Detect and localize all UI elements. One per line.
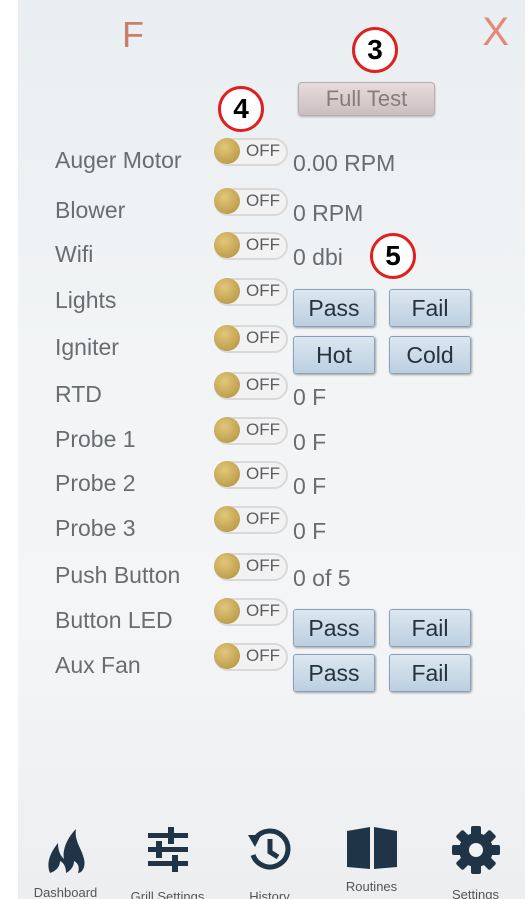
pass-button[interactable]: Pass — [293, 654, 375, 692]
test-row-button-led: Button LED OFF Pass Fail — [18, 597, 525, 647]
toggle-switch[interactable]: OFF — [214, 643, 288, 671]
toggle-state: OFF — [246, 509, 280, 528]
history-icon — [247, 828, 290, 870]
test-row-lights: Lights OFF Pass Fail — [18, 277, 525, 327]
toggle-knob — [214, 232, 240, 258]
test-row-igniter: Igniter OFF Hot Cold — [18, 324, 525, 374]
toggle-state: OFF — [246, 141, 280, 160]
nav-label: Routines — [345, 879, 398, 894]
test-reading: 0 dbi — [293, 244, 343, 270]
toggle-state: OFF — [246, 328, 280, 347]
toggle-switch[interactable]: OFF — [214, 232, 288, 260]
test-row-blower: Blower OFF 0 RPM — [18, 187, 525, 233]
test-row-probe-3: Probe 3 OFF 0 F — [18, 505, 525, 551]
diagnostics-screen: F X 3 Full Test 4 Auger Motor OFF 0.00 R… — [18, 0, 525, 899]
test-reading: 0 F — [293, 473, 327, 499]
close-button[interactable]: X — [482, 10, 509, 55]
full-test-button[interactable]: Full Test — [298, 82, 435, 116]
toggle-knob — [214, 461, 240, 487]
book-icon — [346, 827, 397, 869]
callout-marker: 3 — [352, 27, 398, 73]
pass-button[interactable]: Pass — [293, 289, 375, 327]
toggle-state: OFF — [246, 646, 280, 665]
toggle-switch[interactable]: OFF — [214, 372, 288, 400]
gear-icon — [451, 826, 500, 874]
toggle-state: OFF — [246, 464, 280, 483]
toggle-switch[interactable]: OFF — [214, 188, 288, 216]
test-label: Aux Fan — [55, 652, 141, 678]
flame-icon — [47, 829, 85, 873]
test-label: Probe 2 — [55, 470, 136, 496]
toggle-knob — [214, 372, 240, 398]
toggle-switch[interactable]: OFF — [214, 278, 288, 306]
test-reading: 0 F — [293, 518, 327, 544]
toggle-knob — [214, 138, 240, 164]
test-label: Push Button — [55, 562, 181, 588]
toggle-switch[interactable]: OFF — [214, 506, 288, 534]
nav-dashboard[interactable]: Dashboard — [18, 819, 113, 899]
test-row-wifi: Wifi OFF 0 dbi — [18, 231, 525, 277]
fail-button[interactable]: Fail — [389, 289, 471, 327]
test-label: Probe 3 — [55, 515, 136, 541]
toggle-switch[interactable]: OFF — [214, 138, 288, 166]
toggle-switch[interactable]: OFF — [214, 325, 288, 353]
callout-marker: 4 — [218, 86, 264, 132]
toggle-knob — [214, 278, 240, 304]
toggle-knob — [214, 598, 240, 624]
toggle-switch[interactable]: OFF — [214, 598, 288, 626]
test-row-aux-fan: Aux Fan OFF Pass Fail — [18, 642, 525, 692]
cold-button[interactable]: Cold — [389, 336, 471, 374]
toggle-knob — [214, 417, 240, 443]
test-label: Blower — [55, 197, 126, 223]
toggle-state: OFF — [246, 556, 280, 575]
test-reading: 0 F — [293, 429, 327, 455]
toggle-switch[interactable]: OFF — [214, 417, 288, 445]
toggle-state: OFF — [246, 235, 280, 254]
test-reading: 0.00 RPM — [293, 150, 396, 176]
test-row-auger-motor: Auger Motor OFF 0.00 RPM — [18, 137, 525, 183]
test-row-push-button: Push Button OFF 0 of 5 — [18, 552, 525, 598]
test-reading: 0 of 5 — [293, 565, 351, 591]
toggle-state: OFF — [246, 601, 280, 620]
toggle-state: OFF — [246, 191, 280, 210]
toggle-knob — [214, 553, 240, 579]
toggle-switch[interactable]: OFF — [214, 461, 288, 489]
hot-button[interactable]: Hot — [293, 336, 375, 374]
test-label: Lights — [55, 287, 117, 313]
test-label: Probe 1 — [55, 426, 136, 452]
test-label: Igniter — [55, 334, 119, 360]
callout-marker: 5 — [370, 233, 416, 279]
test-label: Auger Motor — [55, 147, 182, 173]
toggle-state: OFF — [246, 375, 280, 394]
test-reading: 0 F — [293, 384, 327, 410]
test-label: RTD — [55, 381, 102, 407]
nav-label: History — [249, 889, 290, 899]
nav-label: Dashboard — [33, 885, 98, 899]
nav-label: Grill Settings — [130, 889, 205, 899]
toggle-knob — [214, 506, 240, 532]
test-row-probe-2: Probe 2 OFF 0 F — [18, 460, 525, 506]
toggle-knob — [214, 325, 240, 351]
nav-routines[interactable]: Routines — [324, 819, 419, 899]
unit-label[interactable]: F — [122, 14, 144, 56]
nav-settings[interactable]: Settings — [428, 819, 523, 899]
toggle-switch[interactable]: OFF — [214, 553, 288, 581]
toggle-knob — [214, 643, 240, 669]
nav-grill-settings[interactable]: Grill Settings — [120, 819, 215, 899]
toggle-knob — [214, 188, 240, 214]
test-reading: 0 RPM — [293, 200, 364, 226]
test-label: Button LED — [55, 607, 173, 633]
bottom-nav: Dashboard Grill Settings History Routine… — [18, 819, 525, 899]
test-row-rtd: RTD OFF 0 F — [18, 371, 525, 417]
toggle-state: OFF — [246, 281, 280, 300]
test-label: Wifi — [55, 241, 94, 267]
fail-button[interactable]: Fail — [389, 654, 471, 692]
test-row-probe-1: Probe 1 OFF 0 F — [18, 416, 525, 462]
nav-history[interactable]: History — [222, 819, 317, 899]
sliders-icon — [147, 827, 188, 872]
nav-label: Settings — [452, 887, 499, 899]
toggle-state: OFF — [246, 420, 280, 439]
